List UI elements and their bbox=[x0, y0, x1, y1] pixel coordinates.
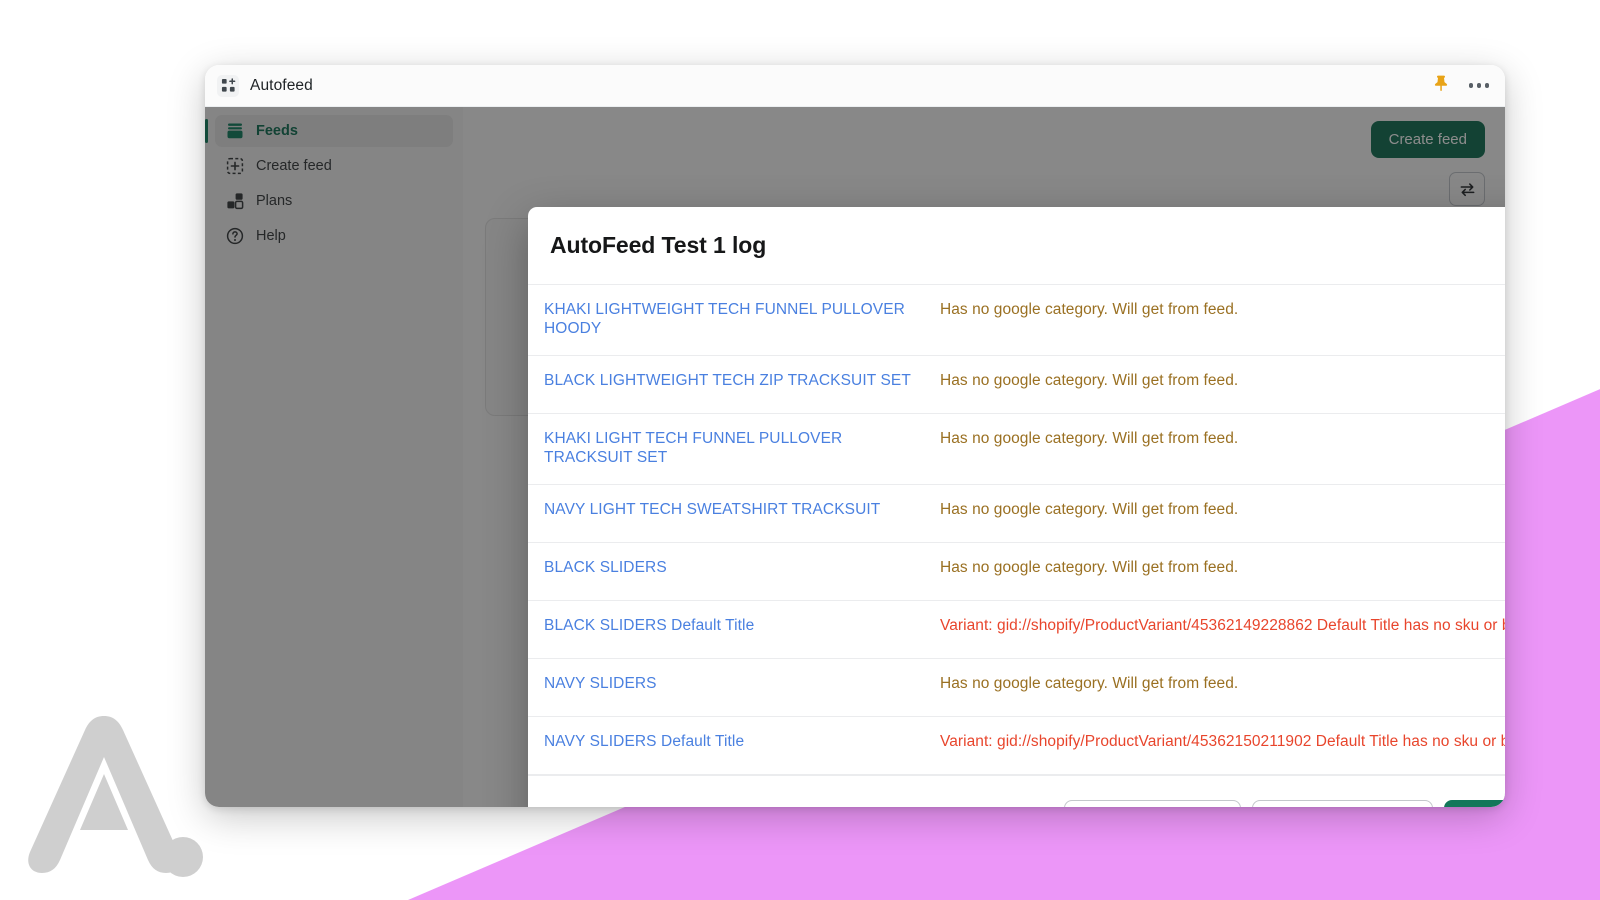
table-row: BLACK SLIDERS Default Title Variant: gid… bbox=[528, 601, 1505, 659]
app-window: Autofeed bbox=[205, 65, 1505, 807]
product-name-link[interactable]: NAVY LIGHT TECH SWEATSHIRT TRACKSUIT bbox=[544, 501, 940, 520]
save-category-error-button[interactable]: Save category error bbox=[1064, 800, 1241, 807]
product-name-link[interactable]: BLACK LIGHTWEIGHT TECH ZIP TRACKSUIT SET bbox=[544, 372, 940, 391]
save-logs-file-button[interactable]: Save logs file bbox=[1444, 800, 1505, 807]
ellipsis-icon[interactable] bbox=[1467, 79, 1492, 92]
product-name-link[interactable]: NAVY SLIDERS Default Title bbox=[544, 733, 940, 752]
brand-logo-watermark bbox=[18, 700, 218, 880]
table-row: NAVY SLIDERS Has no google category. Wil… bbox=[528, 659, 1505, 717]
log-message: Variant: gid://shopify/ProductVariant/45… bbox=[940, 733, 1505, 752]
log-message: Has no google category. Will get from fe… bbox=[940, 559, 1505, 578]
log-message: Has no google category. Will get from fe… bbox=[940, 430, 1505, 449]
table-row: KHAKI LIGHT TECH FUNNEL PULLOVER TRACKSU… bbox=[528, 414, 1505, 485]
modal-title: AutoFeed Test 1 log bbox=[550, 232, 766, 259]
product-name-link[interactable]: KHAKI LIGHTWEIGHT TECH FUNNEL PULLOVER H… bbox=[544, 301, 940, 339]
modal-footer: Save category error Save barcode errors … bbox=[528, 775, 1505, 807]
log-message: Variant: gid://shopify/ProductVariant/45… bbox=[940, 617, 1505, 636]
product-name-link[interactable]: BLACK SLIDERS Default Title bbox=[544, 617, 940, 636]
log-table[interactable]: KHAKI LIGHTWEIGHT TECH FUNNEL PULLOVER H… bbox=[528, 285, 1505, 775]
modal-header: AutoFeed Test 1 log bbox=[528, 207, 1505, 285]
save-barcode-errors-button[interactable]: Save barcode errors bbox=[1252, 800, 1433, 807]
table-row: NAVY LIGHT TECH SWEATSHIRT TRACKSUIT Has… bbox=[528, 485, 1505, 543]
app-title: Autofeed bbox=[250, 77, 313, 95]
pin-icon[interactable] bbox=[1433, 74, 1449, 97]
product-name-link[interactable]: BLACK SLIDERS bbox=[544, 559, 940, 578]
log-modal: AutoFeed Test 1 log KHAKI LIGHTWEIGHT TE… bbox=[528, 207, 1505, 807]
table-row: NAVY SLIDERS Default Title Variant: gid:… bbox=[528, 717, 1505, 775]
table-row: BLACK SLIDERS Has no google category. Wi… bbox=[528, 543, 1505, 601]
screenshot-stage: Autofeed bbox=[0, 0, 1600, 900]
log-message: Has no google category. Will get from fe… bbox=[940, 372, 1505, 391]
table-row: KHAKI LIGHTWEIGHT TECH FUNNEL PULLOVER H… bbox=[528, 285, 1505, 356]
log-message: Has no google category. Will get from fe… bbox=[940, 501, 1505, 520]
product-name-link[interactable]: NAVY SLIDERS bbox=[544, 675, 940, 694]
table-row: BLACK LIGHTWEIGHT TECH ZIP TRACKSUIT SET… bbox=[528, 356, 1505, 414]
log-message: Has no google category. Will get from fe… bbox=[940, 675, 1505, 694]
window-titlebar: Autofeed bbox=[205, 65, 1505, 107]
log-message: Has no google category. Will get from fe… bbox=[940, 301, 1505, 320]
product-name-link[interactable]: KHAKI LIGHT TECH FUNNEL PULLOVER TRACKSU… bbox=[544, 430, 940, 468]
app-grid-add-icon bbox=[217, 75, 239, 97]
